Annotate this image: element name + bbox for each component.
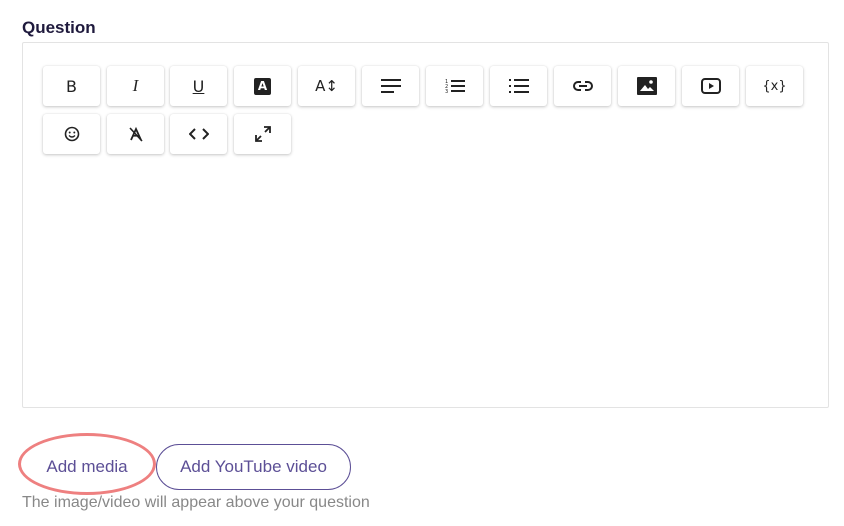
text-color-button[interactable]: A — [234, 66, 291, 106]
code-icon — [188, 128, 209, 140]
bullet-list-icon — [508, 79, 529, 93]
font-size-button[interactable]: A↕ — [298, 66, 355, 106]
ordered-list-icon: 1 2 3 — [445, 79, 465, 94]
video-button[interactable] — [682, 66, 739, 106]
bold-icon: B — [66, 76, 77, 96]
media-hint-text: The image/video will appear above your q… — [22, 494, 370, 511]
image-icon — [636, 77, 657, 95]
video-icon — [700, 78, 721, 94]
add-media-button[interactable]: Add media — [22, 444, 152, 490]
underline-icon: U — [192, 76, 205, 96]
underline-button[interactable]: U — [170, 66, 227, 106]
bold-button[interactable]: B — [43, 66, 100, 106]
italic-button[interactable]: I — [107, 66, 164, 106]
text-color-icon: A — [254, 77, 271, 95]
question-label: Question — [22, 18, 96, 37]
align-left-icon — [380, 79, 401, 93]
align-button[interactable] — [362, 66, 419, 106]
question-editor[interactable]: B I U A A↕ 1 2 3 {x} — [22, 42, 829, 408]
font-size-icon: A↕ — [315, 77, 338, 95]
link-button[interactable] — [554, 66, 611, 106]
svg-text:3: 3 — [445, 89, 448, 94]
emoji-icon — [64, 126, 79, 142]
variable-icon: {x} — [762, 78, 787, 94]
link-icon — [572, 81, 593, 91]
clear-format-icon — [128, 126, 143, 142]
expand-icon — [254, 126, 271, 142]
image-button[interactable] — [618, 66, 675, 106]
clear-format-button[interactable] — [107, 114, 164, 154]
ordered-list-button[interactable]: 1 2 3 — [426, 66, 483, 106]
italic-icon: I — [132, 76, 139, 95]
fullscreen-button[interactable] — [234, 114, 291, 154]
emoji-button[interactable] — [43, 114, 100, 154]
add-youtube-video-button[interactable]: Add YouTube video — [156, 444, 351, 490]
bullet-list-button[interactable] — [490, 66, 547, 106]
code-button[interactable] — [170, 114, 227, 154]
variable-button[interactable]: {x} — [746, 66, 803, 106]
